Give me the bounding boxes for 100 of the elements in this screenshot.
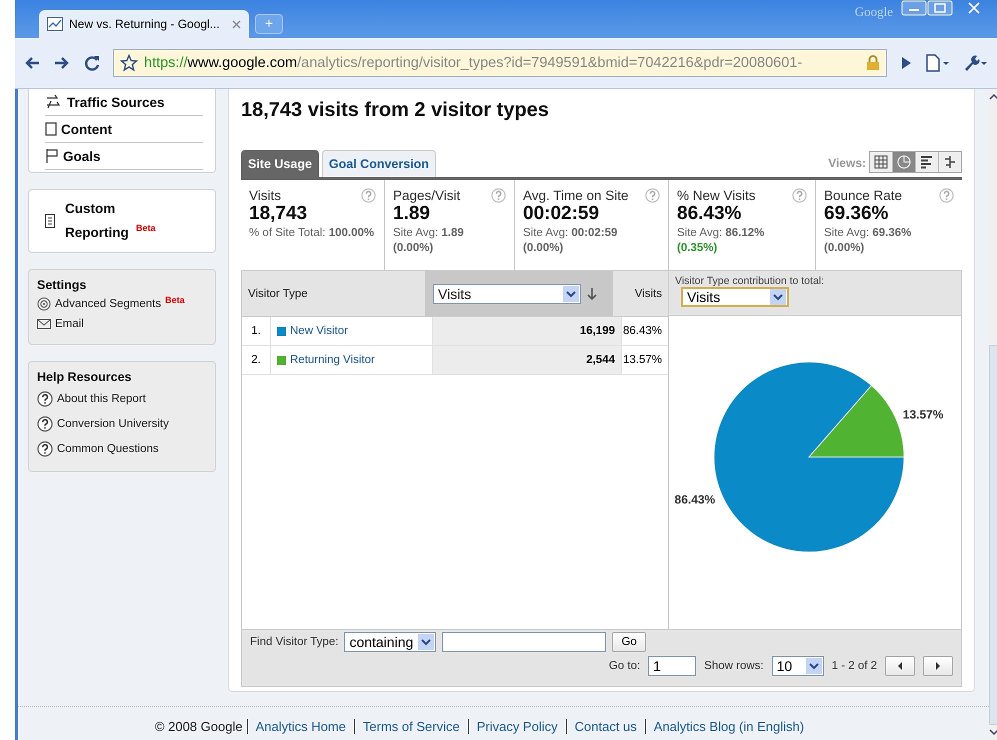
metric-value: 69.36% xyxy=(824,203,890,225)
scroll-down-icon[interactable] xyxy=(989,728,997,736)
reload-icon[interactable] xyxy=(83,54,101,72)
page-input[interactable]: 1 xyxy=(648,656,696,676)
left-triangle-icon xyxy=(896,661,904,671)
target-icon xyxy=(37,297,51,311)
row-number: 2. xyxy=(242,346,271,374)
help-link[interactable]: About this Report xyxy=(57,392,146,404)
forward-icon[interactable] xyxy=(53,55,71,71)
lock-icon xyxy=(866,55,880,71)
metric-change: (0.00%) xyxy=(523,242,564,254)
report-title: 18,743 visits from 2 visitor types xyxy=(241,99,550,123)
help-link[interactable]: Common Questions xyxy=(57,442,159,454)
help-icon xyxy=(37,440,53,456)
metric-select[interactable]: Visits xyxy=(433,284,581,304)
visitor-type-link[interactable]: Returning Visitor xyxy=(290,354,375,366)
address-bar[interactable]: https://www.google.com/analytics/reporting/visitor_types?id=7949591&bmid=7042216&pdr=20080601- xyxy=(113,49,887,77)
right-triangle-icon xyxy=(934,661,942,671)
metric-value: 1.89 xyxy=(393,203,431,225)
table-cell: 16,199 xyxy=(433,317,621,345)
match-select[interactable]: containing xyxy=(344,632,436,652)
nav-item[interactable]: Content xyxy=(45,116,203,143)
report-tab[interactable]: Site Usage xyxy=(241,150,319,177)
nav-item[interactable]: Traffic Sources xyxy=(45,89,203,116)
document-icon xyxy=(45,214,55,228)
row-number: 1. xyxy=(242,317,271,345)
rows-label: Show rows: xyxy=(704,660,764,672)
page-menu-icon[interactable] xyxy=(925,54,951,72)
footer-link[interactable]: Analytics Home xyxy=(248,719,355,734)
metric-comparison: Site Avg: 00:02:59 xyxy=(523,226,618,241)
metric-value: 86.43% xyxy=(677,203,742,225)
table-cell: 13.57% xyxy=(621,346,668,374)
tab-title: New vs. Returning - Googl... xyxy=(69,17,220,31)
dropdown-icon xyxy=(418,634,434,650)
help-icon xyxy=(37,390,53,406)
footer-link[interactable]: Contact us xyxy=(566,719,646,734)
nav-item[interactable]: Goals xyxy=(45,143,203,170)
footer-link[interactable]: Privacy Policy xyxy=(468,719,567,734)
panel-heading: Help Resources xyxy=(37,370,132,384)
scroll-thumb[interactable] xyxy=(989,344,997,724)
view-button[interactable] xyxy=(938,152,961,172)
beta-label: Beta xyxy=(136,223,156,233)
copyright: © 2008 Google xyxy=(154,719,248,734)
chart-icon xyxy=(47,17,63,31)
back-icon[interactable] xyxy=(23,55,41,71)
footer-link[interactable]: Analytics Blog (in English) xyxy=(646,719,812,734)
metric-label: Avg. Time on Site xyxy=(523,188,629,203)
settings-link[interactable]: Email xyxy=(55,318,84,330)
goto-label: Go to: xyxy=(608,660,640,672)
metric-comparison: Site Avg: 69.36% xyxy=(824,226,912,241)
envelope-icon xyxy=(37,319,51,329)
visitor-type-link[interactable]: New Visitor xyxy=(290,325,348,337)
filter-label: Find Visitor Type: xyxy=(250,636,338,648)
help-link[interactable]: Conversion University xyxy=(57,418,169,430)
metric-comparison: % of Site Total: 100.00% xyxy=(249,226,376,241)
bars-icon xyxy=(920,155,934,169)
star-icon[interactable] xyxy=(120,54,138,72)
metric-value: 00:02:59 xyxy=(523,203,600,225)
settings-link[interactable]: Advanced Segments xyxy=(55,298,162,310)
contribution-select[interactable]: Visits xyxy=(681,287,789,307)
help-icon xyxy=(37,416,53,432)
rows-select[interactable]: 10 xyxy=(772,656,824,676)
column-header: Visitor Type xyxy=(247,286,309,302)
view-button[interactable] xyxy=(870,152,892,172)
page-icon xyxy=(45,122,57,136)
previous-page-button[interactable] xyxy=(885,656,915,676)
view-button[interactable] xyxy=(915,152,938,172)
filter-input[interactable] xyxy=(442,632,606,652)
dropdown-icon xyxy=(563,286,579,302)
next-page-button[interactable] xyxy=(923,656,953,676)
footer-link[interactable]: Terms of Service xyxy=(354,719,469,734)
column-header: Visits xyxy=(634,286,663,302)
beta-label: Beta xyxy=(165,295,185,305)
dropdown-icon xyxy=(770,289,786,305)
panel-heading: Settings xyxy=(37,278,88,292)
report-tab[interactable]: Goal Conversion xyxy=(322,150,436,177)
go-button[interactable]: Go xyxy=(612,632,646,652)
browser-tab[interactable]: New vs. Returning - Googl... xyxy=(39,10,249,38)
table-cell: 2,544 xyxy=(433,346,621,374)
metric-comparison: Site Avg: 86.12% xyxy=(677,226,766,241)
views-label: Views: xyxy=(828,156,866,170)
custom-reporting-link[interactable]: Custom Reporting xyxy=(65,197,135,245)
sort-arrow-icon[interactable] xyxy=(586,286,598,300)
wrench-icon[interactable] xyxy=(963,54,989,72)
metric-change: (0.35%) xyxy=(677,242,718,254)
pie-icon xyxy=(897,155,911,169)
url-text: https://www.google.com/analytics/reporting/visitor_types?id=7949591&bmid=7042216&pdr=20080601- xyxy=(144,55,804,71)
close-icon[interactable] xyxy=(232,20,241,28)
metric-value: 18,743 xyxy=(249,203,308,225)
metric-label: Bounce Rate xyxy=(824,188,902,203)
view-button[interactable] xyxy=(892,152,915,172)
arrows-icon xyxy=(45,94,63,110)
metric-label: Pages/Visit xyxy=(393,188,460,203)
scroll-up-icon[interactable] xyxy=(989,93,997,101)
play-icon[interactable] xyxy=(899,56,913,70)
metric-change: (0.00%) xyxy=(393,242,434,254)
grid-icon xyxy=(874,155,888,169)
dropdown-icon xyxy=(806,658,822,674)
data-label: 86.43% xyxy=(674,492,716,507)
brand-label: Google xyxy=(854,4,893,20)
